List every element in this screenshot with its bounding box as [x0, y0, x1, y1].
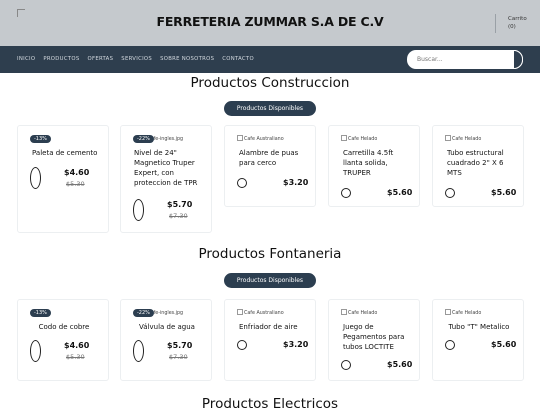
product-price: $4.60 — [64, 341, 90, 350]
product-card[interactable]: cafe-ingles.jpg -22% Nivel de 24" Magnet… — [120, 125, 212, 233]
product-price: $5.60 — [387, 188, 413, 197]
add-to-cart-radio[interactable] — [237, 178, 247, 188]
product-card[interactable]: Cafe Australiano Enfriador de aire $3.20 — [224, 299, 316, 381]
product-card[interactable]: h -13% Paleta de cemento $4.60 $5.30 — [17, 125, 109, 233]
add-to-cart-radio[interactable] — [237, 340, 247, 350]
product-image: Cafe Australiano — [237, 135, 284, 142]
product-card[interactable]: Cafe Helado Carretilla 4.5ft llanta soli… — [328, 125, 420, 207]
product-old-price: $7.30 — [169, 353, 188, 361]
product-name: Juego de Pegamentos para tubos LOCTITE — [343, 323, 405, 351]
cart-count: (0) — [508, 24, 516, 30]
product-name: Codo de cobre — [38, 323, 90, 331]
product-price: $4.60 — [64, 168, 90, 177]
site-title: FERRETERIA ZUMMAR S.A DE C.V — [156, 14, 384, 29]
add-to-cart-radio[interactable] — [341, 360, 351, 370]
section-title-electricos: Productos Electricos — [201, 396, 339, 412]
product-card[interactable]: Cafe Australiano Alambre de puas para ce… — [224, 125, 316, 207]
add-to-cart-radio[interactable] — [30, 340, 41, 362]
top-header: FERRETERIA ZUMMAR S.A DE C.V Carrito (0) — [0, 0, 540, 46]
product-image: Cafe Australiano — [237, 309, 284, 316]
product-name: Enfriador de aire — [239, 323, 298, 331]
product-name: Válvula de agua — [139, 323, 195, 331]
product-price: $5.60 — [491, 188, 517, 197]
discount-badge: -22% — [133, 135, 154, 143]
cart-link[interactable]: Carrito (0) — [508, 15, 527, 31]
discount-badge: -13% — [30, 135, 51, 143]
product-price: $5.70 — [167, 341, 193, 350]
product-old-price: $5.30 — [66, 180, 85, 188]
nav-item-ofertas[interactable]: OFERTAS — [88, 56, 114, 62]
section-title-fontaneria: Productos Fontaneria — [198, 246, 342, 262]
add-to-cart-radio[interactable] — [445, 340, 455, 350]
product-image: Cafe Helado — [341, 309, 377, 316]
product-price: $3.20 — [283, 340, 309, 349]
product-name: Paleta de cemento — [32, 149, 98, 157]
add-to-cart-radio[interactable] — [133, 199, 144, 221]
product-card[interactable]: h -13% Codo de cobre $4.60 $5.30 — [17, 299, 109, 381]
product-old-price: $5.30 — [66, 353, 85, 361]
add-to-cart-radio[interactable] — [133, 340, 144, 362]
product-price: $3.20 — [283, 178, 309, 187]
product-old-price: $7.30 — [169, 212, 188, 220]
product-card[interactable]: Cafe Helado Tubo estructural cuadrado 2"… — [432, 125, 524, 207]
add-to-cart-radio[interactable] — [341, 188, 351, 198]
product-image: Cafe Helado — [445, 309, 481, 316]
product-price: $5.60 — [387, 360, 413, 369]
nav-item-productos[interactable]: PRODUCTOS — [43, 56, 79, 62]
divider — [495, 14, 496, 33]
cart-label: Carrito — [508, 16, 527, 22]
product-name: Tubo "T" Metalico — [448, 323, 510, 331]
product-name: Nivel de 24" Magnetico Truper Expert, co… — [134, 149, 198, 187]
search-input[interactable] — [407, 50, 523, 69]
nav-item-contacto[interactable]: CONTACTO — [222, 56, 254, 62]
product-price: $5.70 — [167, 200, 193, 209]
section-title-construccion: Productos Construccion — [190, 75, 350, 91]
add-to-cart-radio[interactable] — [445, 188, 455, 198]
discount-badge: -13% — [30, 309, 51, 317]
product-image: Cafe Helado — [445, 135, 481, 142]
nav-item-inicio[interactable]: INICIO — [17, 56, 35, 62]
product-image: Cafe Helado — [341, 135, 377, 142]
product-price: $5.60 — [491, 340, 517, 349]
product-name: Tubo estructural cuadrado 2" X 6 MTS — [447, 149, 504, 177]
productos-disponibles-button[interactable]: Productos Disponibles — [224, 273, 316, 288]
product-card[interactable]: Cafe Helado Tubo "T" Metalico $5.60 — [432, 299, 524, 381]
product-card[interactable]: Cafe Helado Juego de Pegamentos para tub… — [328, 299, 420, 381]
productos-disponibles-button[interactable]: Productos Disponibles — [224, 101, 316, 116]
product-card[interactable]: cafe-ingles.jpg -22% Válvula de agua $5.… — [120, 299, 212, 381]
product-name: Carretilla 4.5ft llanta solida, TRUPER — [343, 149, 394, 177]
nav-item-sobre-nosotros[interactable]: SOBRE NOSOTROS — [160, 56, 214, 62]
product-name: Alambre de puas para cerco — [239, 149, 299, 167]
nav-item-servicios[interactable]: SERVICIOS — [121, 56, 152, 62]
discount-badge: -22% — [133, 309, 154, 317]
add-to-cart-radio[interactable] — [30, 167, 41, 189]
